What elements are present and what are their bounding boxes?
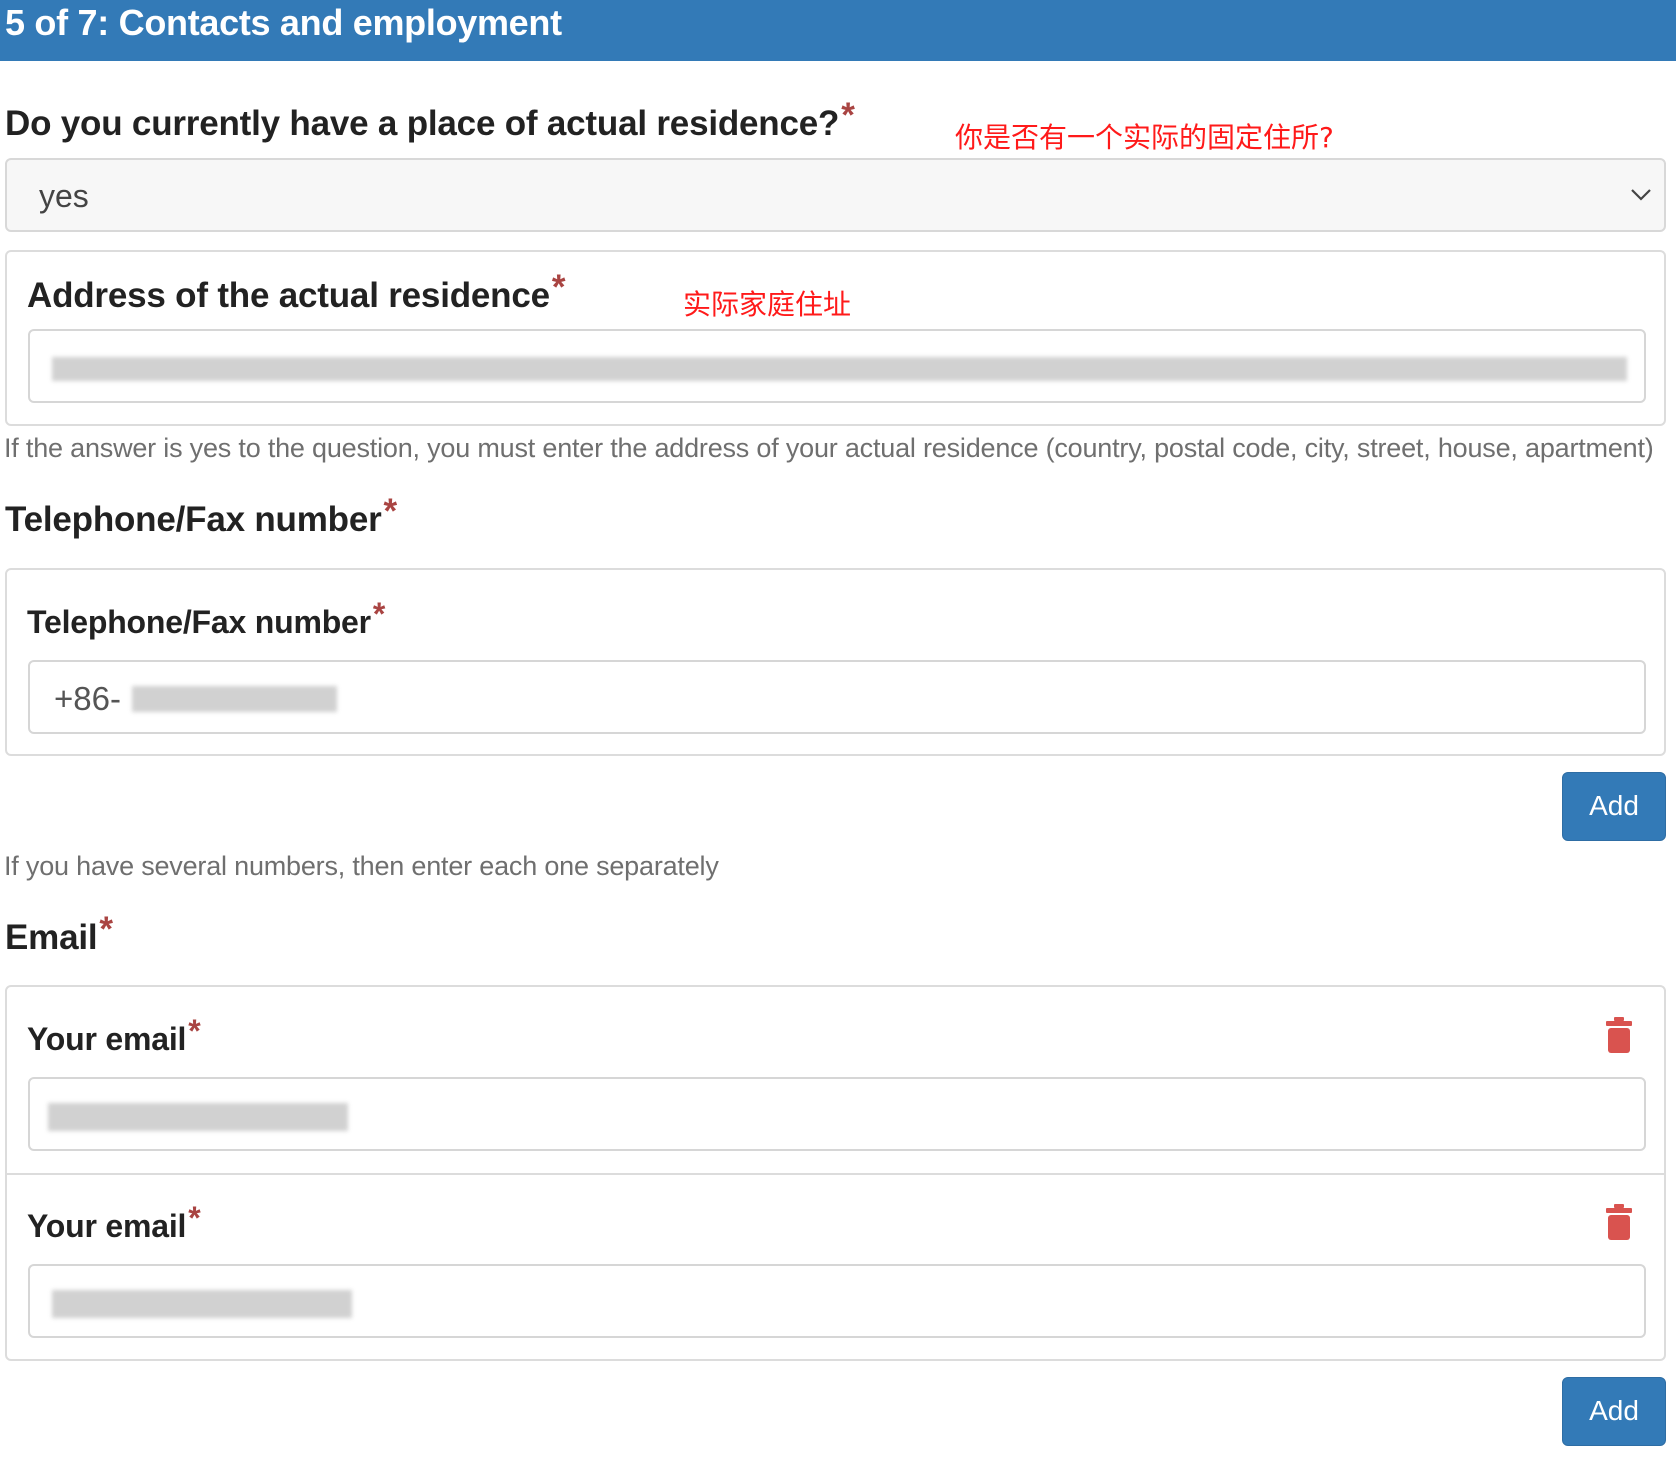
email-field-text: Your email bbox=[27, 1021, 187, 1057]
required-marker: * bbox=[188, 1013, 201, 1049]
required-marker: * bbox=[841, 96, 855, 135]
step-title: 5 of 7: Contacts and employment bbox=[5, 2, 562, 43]
redacted-email bbox=[48, 1103, 348, 1131]
telephone-section-label: Telephone/Fax number* bbox=[5, 492, 397, 540]
residence-question-text: Do you currently have a place of actual … bbox=[5, 104, 840, 143]
residence-question-annotation: 你是否有一个实际的固定住所? bbox=[955, 121, 1334, 154]
required-marker: * bbox=[383, 492, 398, 531]
address-label-text: Address of the actual residence bbox=[27, 276, 550, 315]
address-help-text: If the answer is yes to the question, yo… bbox=[4, 433, 1654, 463]
telephone-field-label: Telephone/Fax number* bbox=[27, 596, 385, 641]
address-label: Address of the actual residence* bbox=[27, 268, 566, 316]
email-field-label: Your email* bbox=[27, 1013, 201, 1058]
required-marker: * bbox=[188, 1200, 201, 1236]
email-panel: Your email* Your email* bbox=[5, 985, 1666, 1361]
residence-select-value: yes bbox=[39, 178, 89, 214]
telephone-field-text: Telephone/Fax number bbox=[27, 604, 371, 640]
add-email-button[interactable]: Add bbox=[1562, 1377, 1666, 1446]
add-phone-button[interactable]: Add bbox=[1562, 772, 1666, 841]
trash-icon[interactable] bbox=[1606, 1017, 1632, 1053]
email-entry-divider bbox=[7, 1173, 1664, 1175]
email-field-text: Your email bbox=[27, 1208, 187, 1244]
redacted-address bbox=[52, 357, 1627, 381]
telephone-help-text: If you have several numbers, then enter … bbox=[4, 851, 719, 881]
required-marker: * bbox=[551, 268, 566, 307]
trash-icon[interactable] bbox=[1606, 1204, 1632, 1240]
telephone-panel: Telephone/Fax number* +86- bbox=[5, 568, 1666, 756]
redacted-phone bbox=[132, 686, 337, 712]
telephone-input[interactable]: +86- bbox=[28, 660, 1646, 734]
email-section-text: Email bbox=[5, 918, 98, 957]
residence-question-label: Do you currently have a place of actual … bbox=[5, 96, 855, 144]
address-annotation: 实际家庭住址 bbox=[683, 288, 852, 321]
required-marker: * bbox=[372, 596, 386, 632]
required-marker: * bbox=[99, 910, 113, 949]
address-input[interactable] bbox=[28, 329, 1646, 403]
step-header: 5 of 7: Contacts and employment bbox=[0, 0, 1676, 61]
email-section-label: Email* bbox=[5, 910, 113, 958]
address-panel: Address of the actual residence* bbox=[5, 250, 1666, 426]
redacted-email bbox=[52, 1290, 352, 1318]
email-input[interactable] bbox=[28, 1077, 1646, 1151]
email-input[interactable] bbox=[28, 1264, 1646, 1338]
residence-select[interactable]: yes bbox=[5, 158, 1666, 232]
telephone-value-prefix: +86- bbox=[54, 680, 121, 717]
email-field-label: Your email* bbox=[27, 1200, 201, 1245]
telephone-section-text: Telephone/Fax number bbox=[5, 500, 382, 539]
chevron-down-icon bbox=[1631, 189, 1651, 201]
